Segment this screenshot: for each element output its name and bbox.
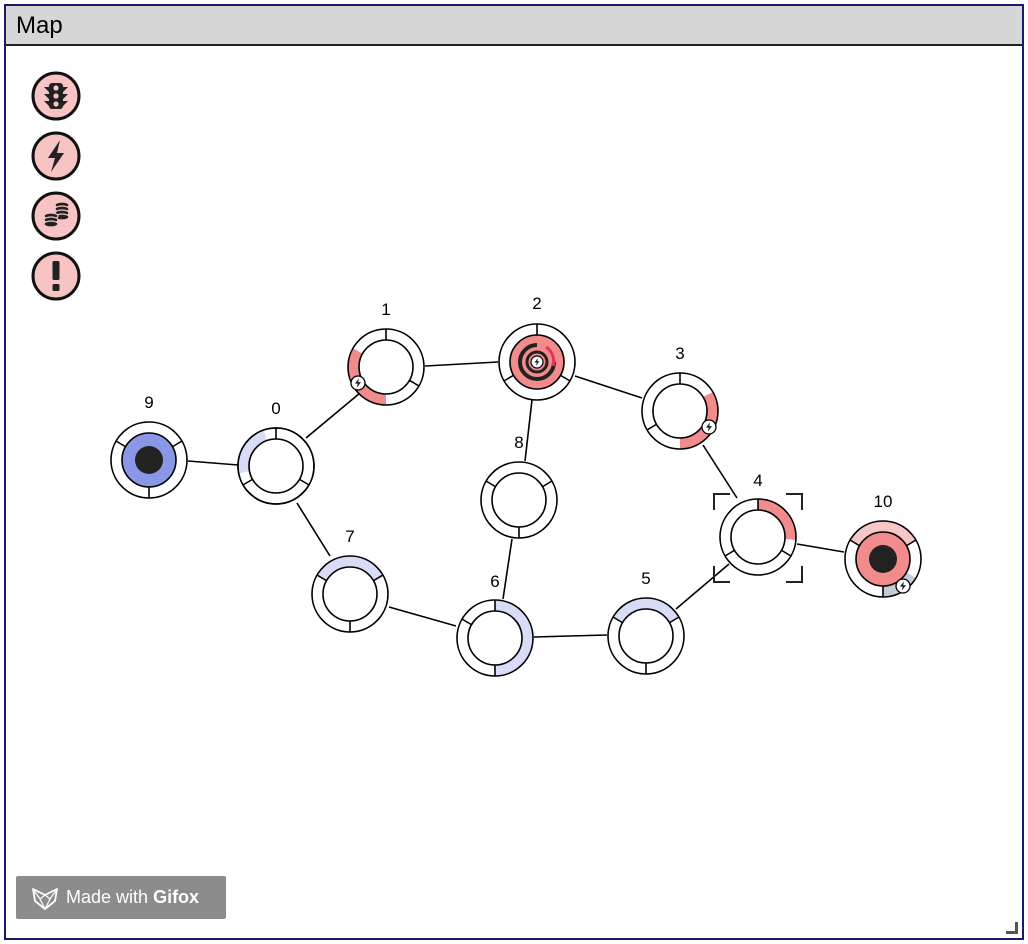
- node-3[interactable]: 3: [641, 344, 719, 450]
- lightning-button[interactable]: [31, 131, 81, 181]
- alert-button[interactable]: [31, 251, 81, 301]
- node-2[interactable]: 2: [498, 294, 576, 401]
- edge-4-10: [796, 543, 845, 553]
- node-7[interactable]: 7: [311, 527, 389, 633]
- node-label: 4: [753, 471, 762, 490]
- edge-0-1: [305, 392, 361, 439]
- edge-6-8: [502, 538, 513, 600]
- node-label: 0: [271, 399, 280, 418]
- edge-4-5: [675, 563, 730, 610]
- node-label: 10: [874, 492, 893, 511]
- node-label: 3: [675, 344, 684, 363]
- node-0[interactable]: 0: [237, 399, 315, 505]
- exclamation-icon: [52, 261, 60, 291]
- node-10[interactable]: 10: [844, 492, 922, 598]
- watermark-text: Made with Gifox: [66, 887, 199, 908]
- gifox-watermark: Made with Gifox: [16, 876, 226, 919]
- edge-5-6: [533, 634, 608, 638]
- coins-button[interactable]: [31, 191, 81, 241]
- node-label: 1: [381, 300, 390, 319]
- node-label: 8: [514, 433, 523, 452]
- edge-7-0: [296, 502, 331, 557]
- edge-2-8: [524, 399, 533, 462]
- node-label: 2: [532, 294, 541, 313]
- edge-3-4: [702, 444, 738, 499]
- node-label: 9: [144, 393, 153, 412]
- node-label: 5: [641, 569, 650, 588]
- edge-2-3: [574, 375, 643, 399]
- node-9[interactable]: 9: [110, 393, 188, 499]
- node-label: 7: [345, 527, 354, 546]
- edge-1-2: [424, 361, 499, 367]
- node-8[interactable]: 8: [480, 433, 558, 539]
- node-5[interactable]: 5: [607, 569, 685, 675]
- node-6[interactable]: 6: [456, 572, 534, 677]
- watermark-brand: Gifox: [153, 887, 200, 907]
- edge-6-7: [388, 606, 457, 627]
- traffic-light-button[interactable]: [31, 71, 81, 121]
- node-label: 6: [490, 572, 499, 591]
- fox-logo-icon: [32, 888, 58, 910]
- watermark-prefix: Made with: [66, 887, 149, 907]
- map-canvas[interactable]: 0 1 2 3 4 5 6 7 8 9 10: [0, 0, 1028, 944]
- edge-9-0: [187, 460, 239, 466]
- node-1[interactable]: 1: [347, 300, 425, 406]
